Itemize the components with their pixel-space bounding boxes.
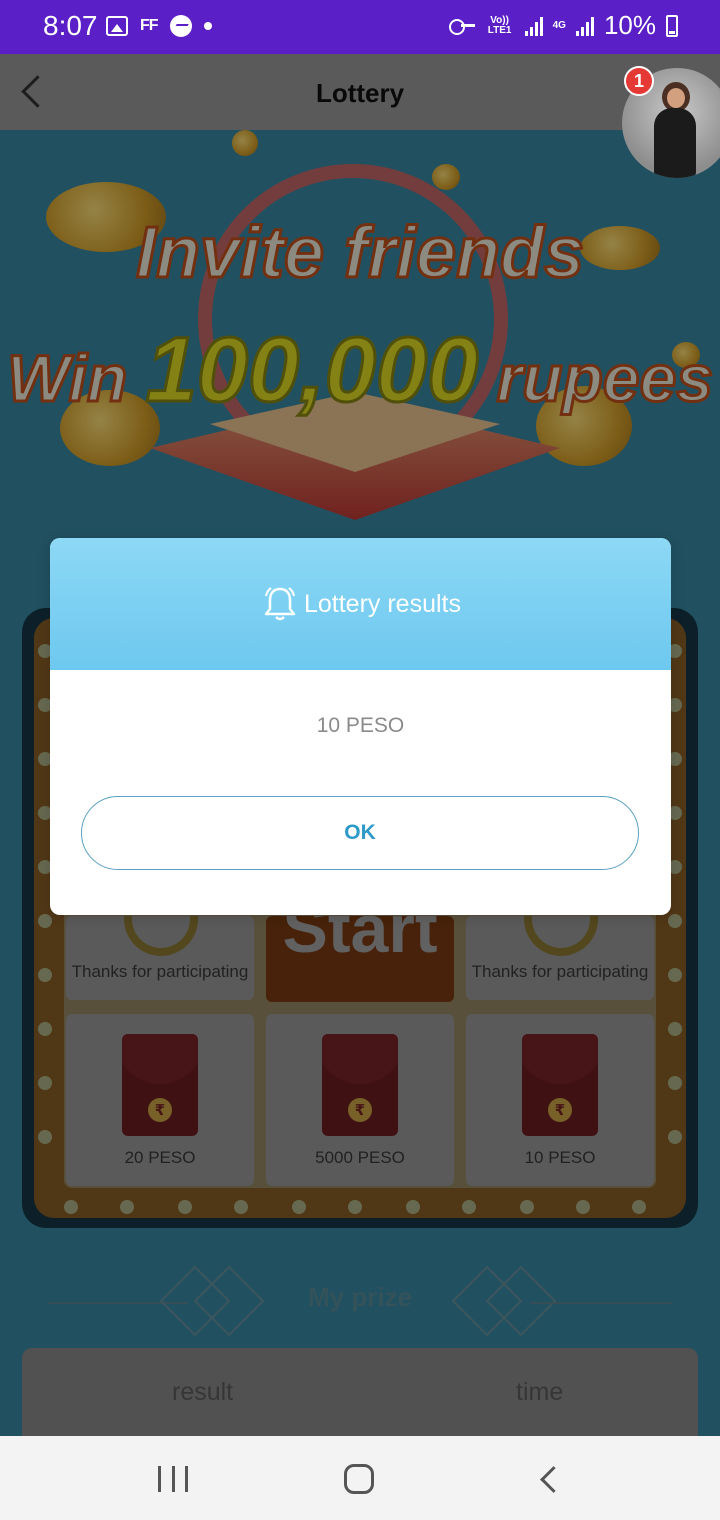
signal-2-icon: [575, 16, 594, 36]
signal-1-icon: [524, 16, 543, 36]
battery-icon: [666, 14, 678, 37]
battery-percent: 10%: [603, 10, 656, 40]
ok-button[interactable]: OK: [81, 796, 639, 870]
bell-icon: [260, 584, 300, 624]
status-system-icons: Vo)) LTE1 4G 10%: [448, 10, 678, 41]
status-bar: 8:07 FF Vo)) LTE1 4G 10%: [0, 0, 720, 54]
dialog-title: Lottery results: [303, 589, 461, 618]
status-time: 8:07: [43, 10, 98, 41]
avatar-body: [654, 108, 696, 178]
status-notification-icons: FF: [106, 15, 212, 37]
volte-label: Vo)) LTE1: [487, 14, 512, 36]
notification-badge: 1: [624, 66, 654, 96]
recents-icon[interactable]: [158, 1466, 188, 1492]
network-type-label: 4G: [552, 19, 566, 31]
dialog-header: Lottery results: [50, 538, 671, 670]
lottery-results-dialog: Lottery results 10 PESO OK: [50, 538, 671, 915]
dialog-title-wrap: Lottery results: [260, 584, 461, 624]
ff-label: FF: [140, 17, 159, 34]
home-icon[interactable]: [344, 1464, 374, 1494]
messenger-icon: [169, 15, 192, 37]
nav-back-icon[interactable]: [536, 1466, 560, 1494]
avatar-face: [667, 88, 685, 108]
dialog-message: 10 PESO: [316, 714, 405, 737]
vpn-key-icon: [448, 18, 475, 35]
gallery-icon: [106, 16, 128, 36]
system-nav-bar: [0, 1436, 720, 1520]
more-notifications-dot: [203, 22, 212, 30]
